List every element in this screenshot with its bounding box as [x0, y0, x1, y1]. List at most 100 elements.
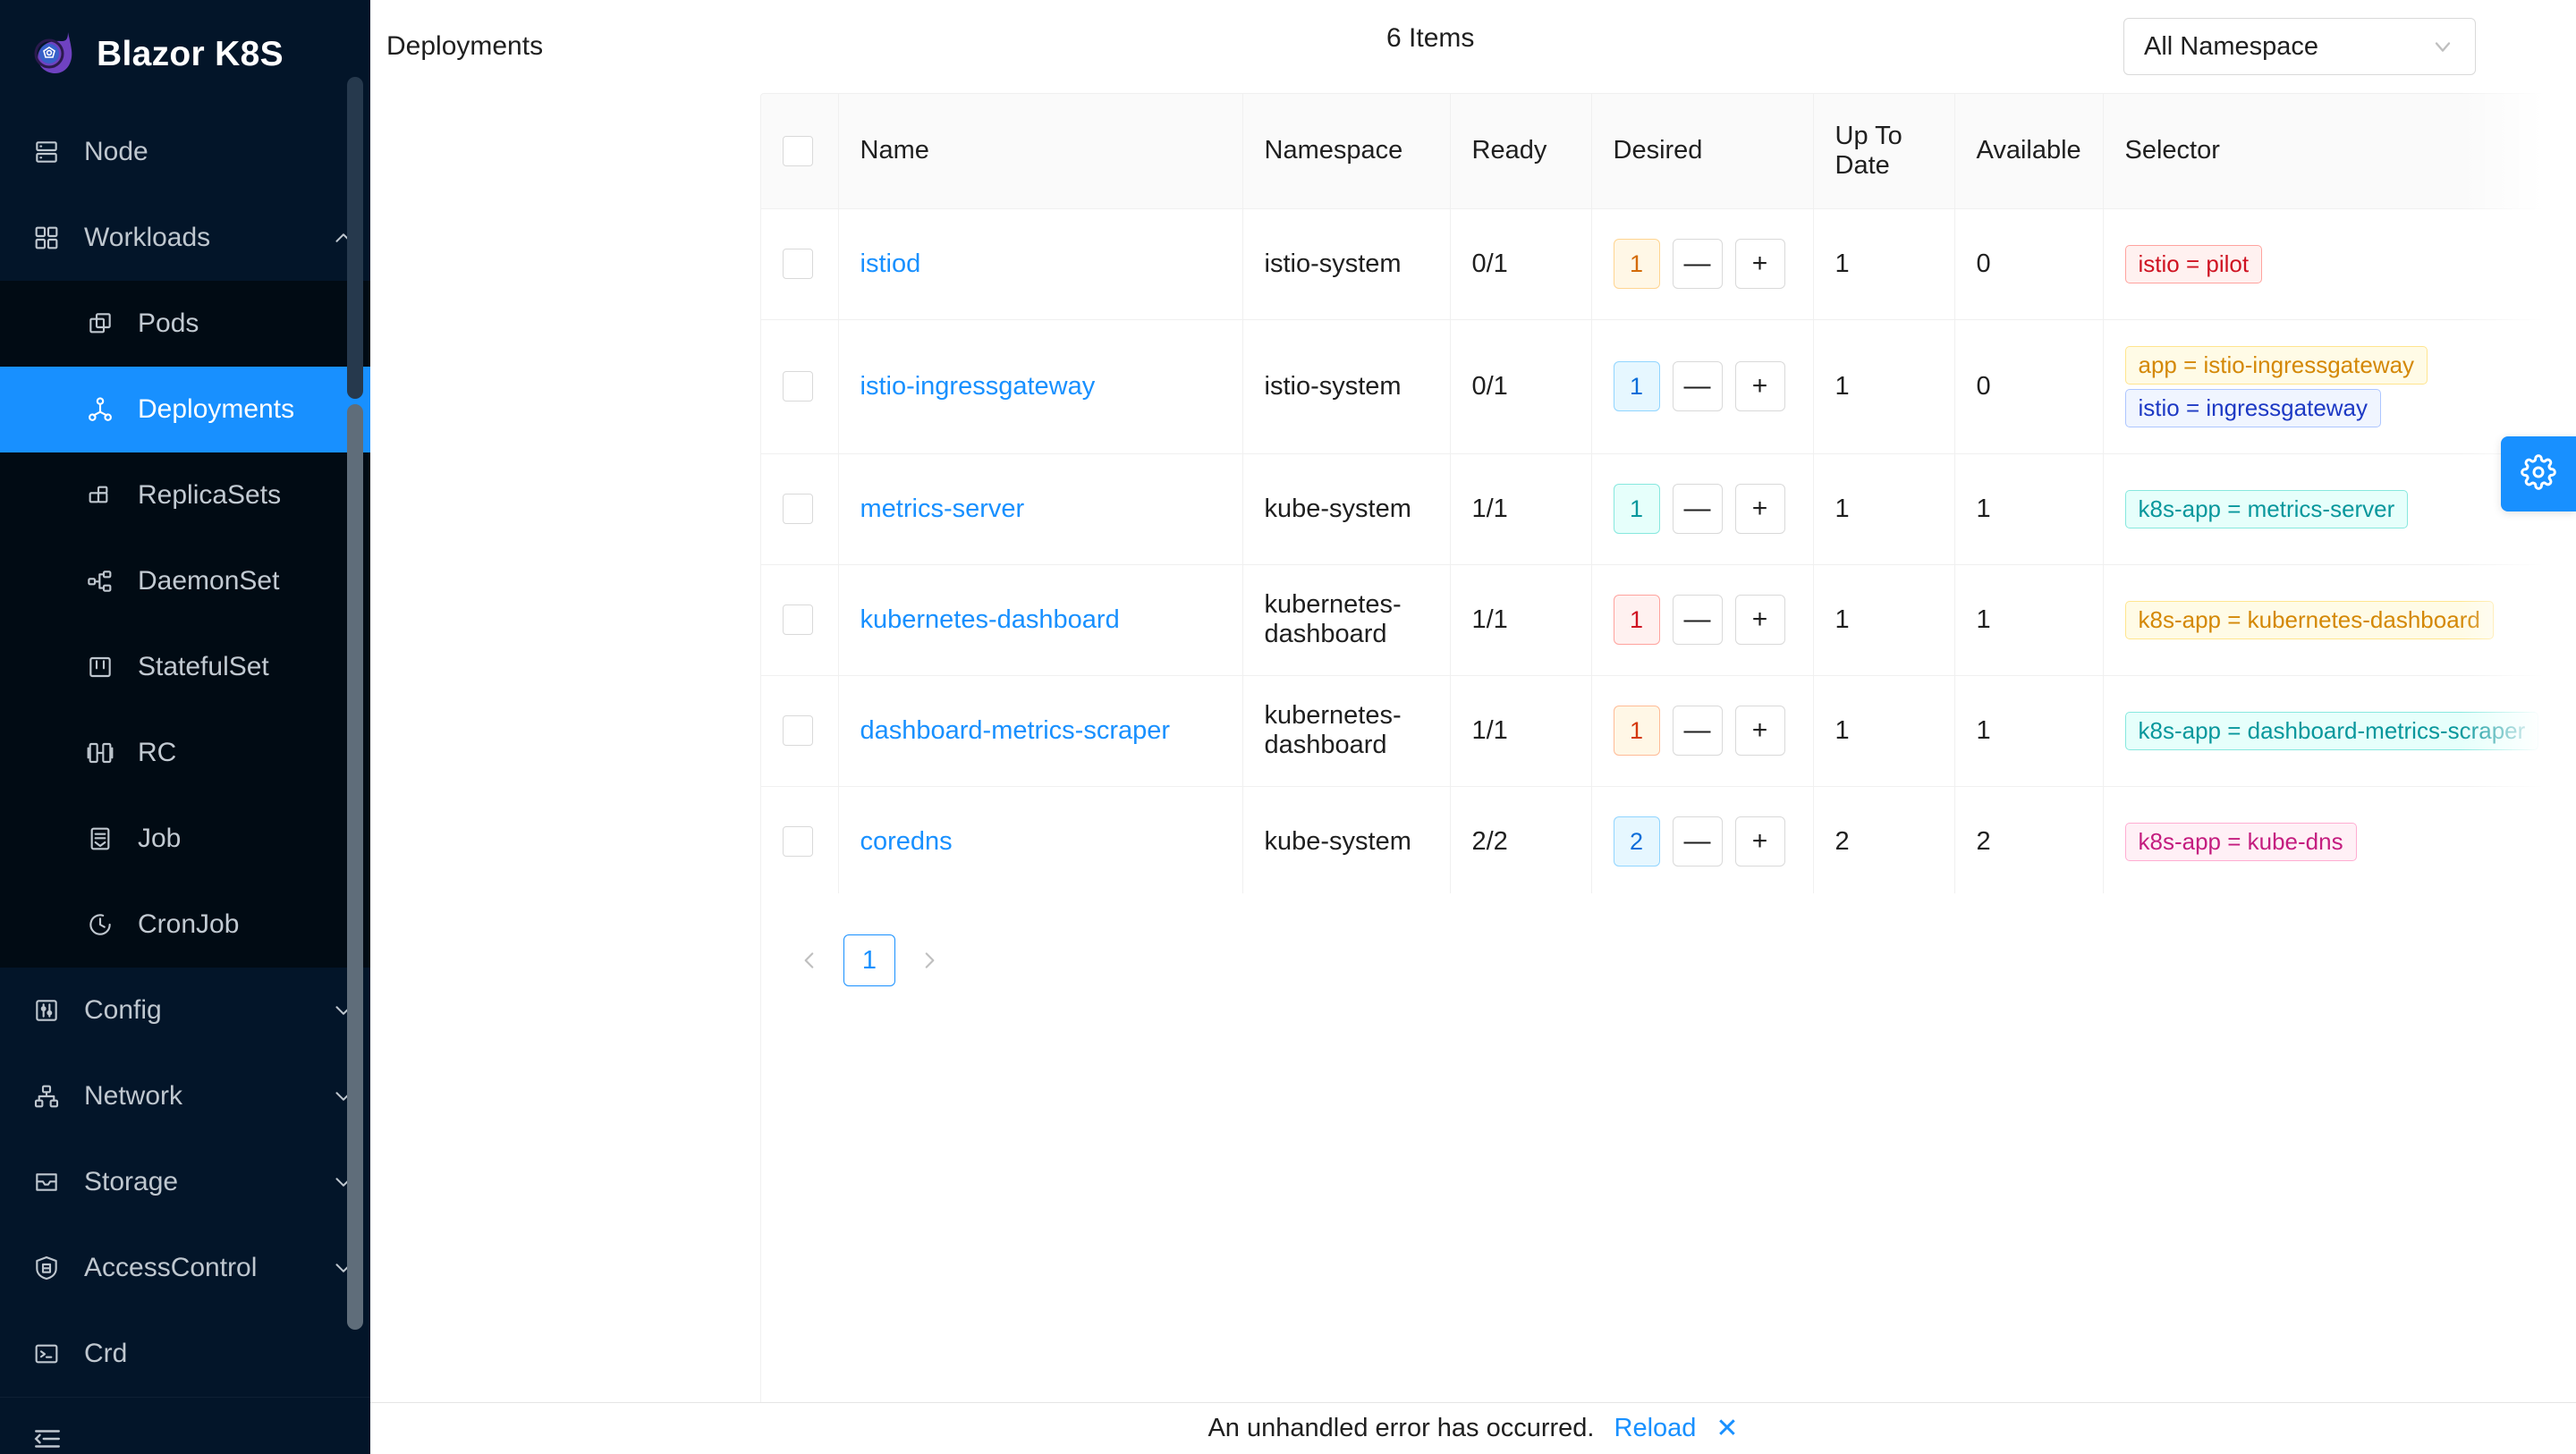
table-scroll-container[interactable]: Name Namespace Ready Desired Up To Date … [761, 94, 2575, 893]
cell-selector: k8s-app = kubernetes-dashboard [2103, 564, 2575, 675]
sidebar-scrollbar-thumb[interactable] [347, 404, 363, 1330]
cell-desired: 2—+ [1591, 786, 1813, 893]
sidebar-item-rc[interactable]: RC [0, 710, 370, 796]
sidebar-item-crd[interactable]: Crd [0, 1311, 370, 1397]
table-row[interactable]: metrics-serverkube-system1/11—+11k8s-app… [761, 453, 2575, 564]
decrease-replica-button[interactable]: — [1673, 706, 1723, 756]
deployment-name-link[interactable]: kubernetes-dashboard [860, 605, 1120, 634]
header-uptodate[interactable]: Up To Date [1813, 94, 1954, 208]
statefulset-icon [86, 653, 125, 681]
table-row[interactable]: kubernetes-dashboard kubernetes-dashboard… [761, 564, 2575, 675]
sidebar-item-label: Job [138, 824, 317, 854]
sidebar-item-replicasets[interactable]: ReplicaSets [0, 452, 370, 538]
sidebar-item-accesscontrol[interactable]: AccessControl [0, 1225, 370, 1311]
terminal-icon [32, 1340, 72, 1368]
table-row[interactable]: istiodistio-system0/11—+10istio = pilota… [761, 208, 2575, 319]
cell-selector: app = istio-ingressgatewayistio = ingres… [2103, 319, 2575, 453]
sidebar-item-storage[interactable]: Storage [0, 1139, 370, 1225]
table-row[interactable]: corednskube-system2/22—+22k8s-app = kube… [761, 786, 2575, 893]
cell-desired: 1 —+ [1591, 208, 1813, 319]
sidebar-item-label: Pods [138, 309, 317, 339]
sidebar-item-pods[interactable]: Pods [0, 281, 370, 367]
increase-replica-button[interactable]: + [1735, 484, 1785, 534]
header-ready[interactable]: Ready [1450, 94, 1591, 208]
select-all-checkbox[interactable] [783, 136, 813, 166]
deployment-name-link[interactable]: coredns [860, 827, 953, 856]
sidebar-collapse-button[interactable] [0, 1397, 370, 1454]
row-checkbox[interactable] [783, 604, 813, 635]
pagination-page-1[interactable]: 1 [843, 934, 895, 986]
table-row[interactable]: istio-ingressgatewayistio-system0/11—+10… [761, 319, 2575, 453]
increase-replica-button[interactable]: + [1735, 595, 1785, 645]
cell-available: 1 [1954, 564, 2103, 675]
cell-ready: 0/1 [1450, 208, 1591, 319]
job-icon [86, 824, 125, 853]
error-dismiss-button[interactable]: ✕ [1716, 1416, 1738, 1442]
deployment-name-link[interactable]: istiod [860, 249, 921, 278]
pagination-next-button[interactable] [904, 935, 954, 985]
cell-available: 1 [1954, 675, 2103, 786]
header-available[interactable]: Available [1954, 94, 2103, 208]
desired-count-badge: 1 [1614, 239, 1660, 289]
error-reload-link[interactable]: Reload [1614, 1414, 1697, 1443]
sidebar-item-config[interactable]: Config [0, 968, 370, 1053]
selector-tag: k8s-app = dashboard-metrics-scraper [2125, 712, 2539, 750]
selector-tag: istio = ingressgateway [2125, 389, 2382, 427]
main-inner: Deployments 6 Items All Namespace [370, 0, 2576, 1454]
sidebar-scrollbar-track [347, 77, 363, 399]
sidebar-item-label: ReplicaSets [138, 480, 317, 511]
cell-namespace: kubernetes-dashboard [1242, 564, 1450, 675]
cell-desired: 1—+ [1591, 675, 1813, 786]
settings-fab-button[interactable] [2501, 436, 2576, 511]
increase-replica-button[interactable]: + [1735, 361, 1785, 411]
header-desired[interactable]: Desired [1591, 94, 1813, 208]
deployment-name-link[interactable]: dashboard-metrics-scraper [860, 716, 1171, 745]
clock-icon [86, 910, 125, 939]
sidebar-item-network[interactable]: Network [0, 1053, 370, 1139]
selector-tag-list: k8s-app = dashboard-metrics-scraper [2125, 712, 2576, 750]
selector-tag: k8s-app = metrics-server [2125, 490, 2409, 528]
sidebar-item-statefulset[interactable]: StatefulSet [0, 624, 370, 710]
deployment-name-link[interactable]: istio-ingressgateway [860, 372, 1096, 401]
sidebar-item-label: Config [84, 995, 317, 1026]
table-row[interactable]: dashboard-metrics-scraper kubernetes-dash… [761, 675, 2575, 786]
brand[interactable]: Blazor K8S [0, 0, 370, 109]
pagination-prev-button[interactable] [784, 935, 835, 985]
row-checkbox[interactable] [783, 249, 813, 279]
sidebar-item-workloads[interactable]: Workloads [0, 195, 370, 281]
increase-replica-button[interactable]: + [1735, 706, 1785, 756]
table-body: istiodistio-system0/11—+10istio = pilota… [761, 208, 2575, 893]
cell-namespace: kubernetes-dashboard [1242, 675, 1450, 786]
sidebar-item-job[interactable]: Job [0, 796, 370, 882]
decrease-replica-button[interactable]: — [1673, 484, 1723, 534]
row-checkbox[interactable] [783, 494, 813, 524]
header-name[interactable]: Name [838, 94, 1242, 208]
decrease-replica-button[interactable]: — [1673, 361, 1723, 411]
sidebar-item-label: RC [138, 738, 317, 768]
namespace-select[interactable]: All Namespace [2123, 18, 2476, 75]
appstore-icon [32, 224, 72, 252]
row-checkbox[interactable] [783, 371, 813, 402]
increase-replica-button[interactable]: + [1735, 816, 1785, 866]
sidebar-item-cronjob[interactable]: CronJob [0, 882, 370, 968]
rc-icon [86, 739, 125, 767]
row-checkbox[interactable] [783, 715, 813, 746]
sidebar-item-deployments[interactable]: Deployments [0, 367, 370, 452]
deployment-name-link[interactable]: metrics-server [860, 495, 1025, 523]
decrease-replica-button[interactable]: — [1673, 595, 1723, 645]
cell-uptodate: 1 [1813, 453, 1954, 564]
item-count: 6 Items [1386, 23, 1474, 54]
inbox-icon [32, 1168, 72, 1196]
increase-replica-button[interactable]: + [1735, 239, 1785, 289]
header-namespace[interactable]: Namespace [1242, 94, 1450, 208]
cell-uptodate: 1 [1813, 208, 1954, 319]
decrease-replica-button[interactable]: — [1673, 816, 1723, 866]
row-checkbox[interactable] [783, 826, 813, 857]
sidebar-item-daemonset[interactable]: DaemonSet [0, 538, 370, 624]
brand-title: Blazor K8S [97, 35, 284, 74]
decrease-replica-button[interactable]: — [1673, 239, 1723, 289]
sidebar-item-node[interactable]: Node [0, 109, 370, 195]
header-selector[interactable]: Selector [2103, 94, 2575, 208]
cell-ready: 1/1 [1450, 675, 1591, 786]
row-checkbox-cell [761, 786, 838, 893]
